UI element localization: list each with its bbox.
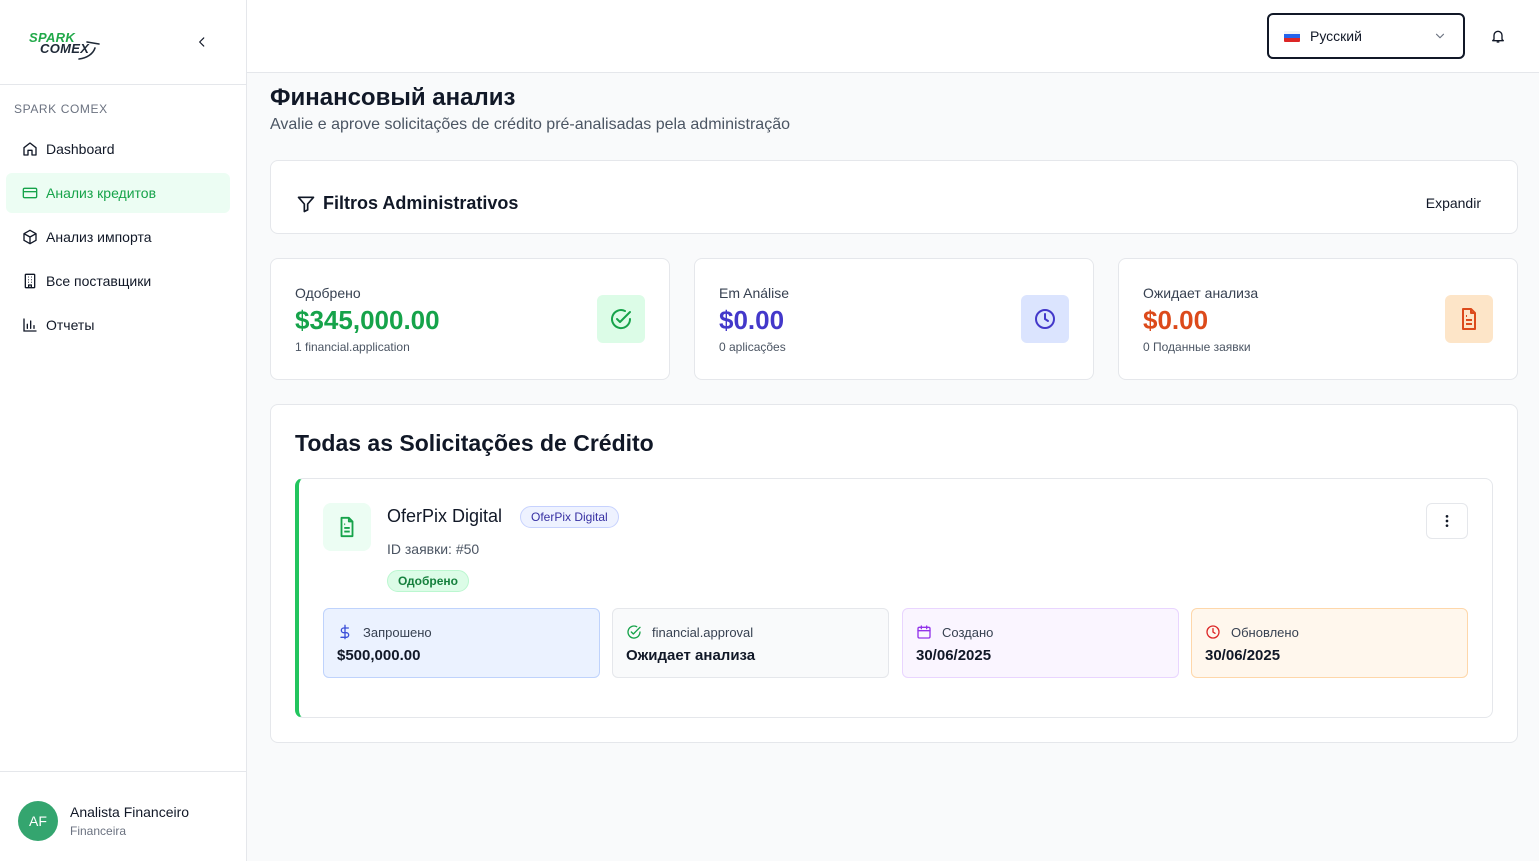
detail-label: Запрошено [363,624,432,640]
credit-requests-panel: Todas as Solicitações de Crédito OferPix… [270,404,1518,743]
user-name: Analista Financeiro [70,804,190,820]
stat-subtext: 0 aplicações [719,340,786,354]
detail-created: Создано 30/06/2025 [902,608,1179,678]
sidebar-item-label: Анализ импорта [46,229,152,245]
status-badge: Одобрено [387,570,469,592]
stat-value: $0.00 [1143,305,1209,335]
detail-label: Обновлено [1231,624,1299,640]
sidebar-nav: Dashboard Анализ кредитов Анализ импорта… [6,129,230,349]
sidebar-item-suppliers[interactable]: Все поставщики [6,261,230,301]
check-circle-icon [597,295,645,343]
detail-requested: Запрошено $500,000.00 [323,608,600,678]
stat-card-approved: Одобрено $345,000.00 1 financial.applica… [270,258,670,380]
stat-value: $345,000.00 [295,305,440,335]
stat-label: Ожидает анализа [1143,285,1259,301]
package-icon [22,229,38,245]
user-profile[interactable]: AF Analista Financeiro Financeira [0,771,246,861]
calendar-icon [916,624,932,640]
detail-updated: Обновлено 30/06/2025 [1191,608,1468,678]
language-select-value: Русский [1310,28,1362,44]
clock-icon [1021,295,1069,343]
sidebar-section-label: SPARK COMEX [14,102,108,116]
chevron-down-icon [1435,33,1445,39]
detail-label: financial.approval [652,624,754,640]
sidebar-item-import-analysis[interactable]: Анализ импорта [6,217,230,257]
filters-title: Filtros Administrativos [323,193,519,213]
stat-label: Em Análise [719,285,790,301]
clock-icon [1205,624,1221,640]
language-select[interactable]: Русский [1267,13,1465,59]
logo-swoosh-icon [78,41,100,60]
sidebar-item-label: Отчеты [46,317,95,333]
stat-card-pending: Ожидает анализа $0.00 0 Поданные заявки [1118,258,1518,380]
filters-panel: Filtros Administrativos Expandir [270,160,1518,234]
document-icon [323,503,371,551]
sidebar-item-label: Все поставщики [46,273,152,289]
logo-area: SPARK COMEX [0,0,246,85]
bar-chart-icon [22,317,38,333]
detail-approval: financial.approval Ожидает анализа [612,608,889,678]
file-text-icon [1445,295,1493,343]
check-circle-icon [626,624,642,640]
russia-flag-icon [1284,30,1300,42]
chevron-left-icon [199,37,205,47]
page-subtitle: Avalie e aprove solicitações de crédito … [270,116,790,133]
sidebar-item-label: Анализ кредитов [46,185,157,201]
building-icon [22,273,38,289]
filter-icon [297,196,315,213]
stat-card-in-review: Em Análise $0.00 0 aplicações [694,258,1094,380]
home-icon [22,141,38,157]
spark-comex-logo[interactable]: SPARK COMEX [29,30,101,60]
stat-subtext: 1 financial.application [295,340,410,354]
more-vertical-icon [1445,515,1449,527]
detail-value: 30/06/2025 [916,647,992,664]
sidebar-item-label: Dashboard [46,141,115,157]
detail-value: $500,000.00 [337,647,421,664]
credit-request-card[interactable]: OferPix Digital OferPix Digital ID заявк… [295,478,1493,718]
avatar: AF [18,801,58,841]
sidebar: SPARK COMEX SPARK COMEX Dashboard Анализ… [0,0,247,861]
detail-value: Ожидает анализа [626,647,756,664]
request-id: ID заявки: #50 [387,541,480,557]
credit-card-icon [22,185,38,201]
detail-label: Создано [942,624,994,640]
stat-subtext: 0 Поданные заявки [1143,340,1251,354]
user-role: Financeira [70,824,127,838]
top-header: Русский [247,0,1539,73]
detail-value: 30/06/2025 [1205,647,1281,664]
sidebar-item-credit-analysis[interactable]: Анализ кредитов [6,173,230,213]
stat-value: $0.00 [719,305,785,335]
stat-label: Одобрено [295,285,361,301]
sidebar-item-reports[interactable]: Отчеты [6,305,230,345]
bell-icon [1492,30,1504,43]
credit-requests-title: Todas as Solicitações de Crédito [295,430,654,456]
collapse-sidebar-button[interactable] [192,32,212,52]
company-badge: OferPix Digital [520,506,619,528]
company-name: OferPix Digital [387,506,503,526]
notifications-button[interactable] [1488,26,1508,46]
dollar-icon [337,624,353,640]
more-actions-button[interactable] [1426,503,1468,539]
sidebar-item-dashboard[interactable]: Dashboard [6,129,230,169]
expand-filters-button[interactable]: Expandir [1426,195,1481,211]
page-title: Финансовый анализ [270,84,516,111]
